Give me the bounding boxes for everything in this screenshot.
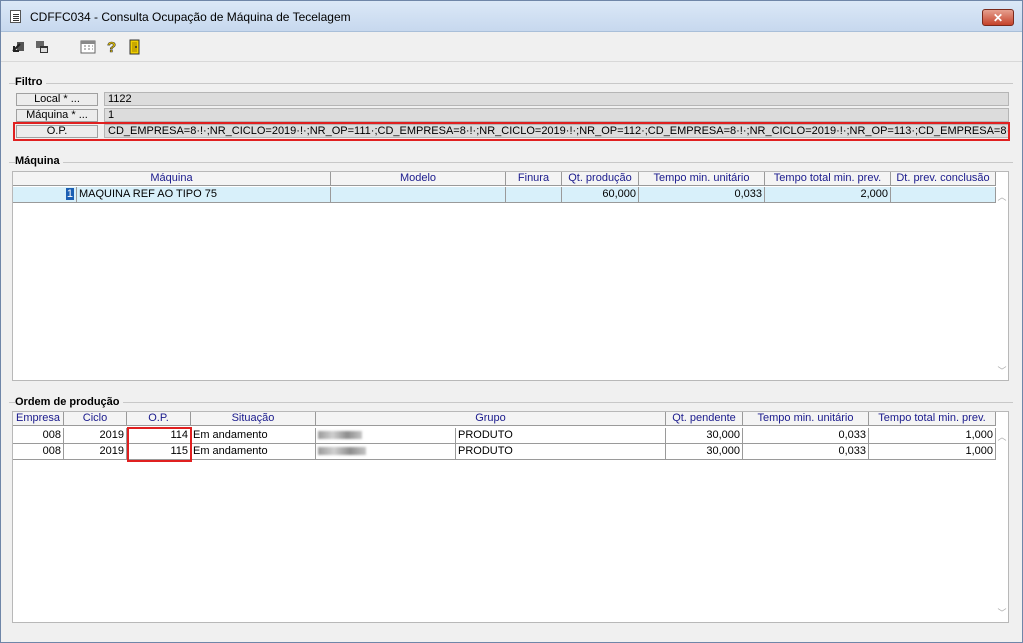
col-ciclo[interactable]: Ciclo (64, 412, 127, 426)
cell-tempo-min-unitario: 0,033 (743, 444, 869, 460)
cell-empresa: 008 (13, 428, 64, 444)
help-icon[interactable]: ? (104, 39, 122, 55)
maquina-grid[interactable]: Máquina Modelo Finura Qt. produção Tempo… (12, 171, 1009, 381)
document-icon (10, 10, 21, 23)
ordem-group-line (9, 402, 1013, 403)
calendar-icon[interactable] (80, 39, 98, 55)
cell-tempo-total: 1,000 (869, 428, 996, 444)
cell-situacao: Em andamento (191, 428, 316, 444)
windows-icon[interactable] (34, 39, 52, 55)
cell-grupo: PRODUTO (456, 444, 666, 460)
local-label[interactable]: Local * ... (16, 93, 98, 106)
local-field[interactable]: 1122 (104, 92, 1009, 106)
op-column-highlight-box (127, 427, 192, 462)
close-button[interactable]: ✕ (982, 9, 1014, 26)
col-grupo[interactable]: Grupo (316, 412, 666, 426)
cell-grupo-code-blurred (316, 428, 456, 444)
cell-ciclo: 2019 (64, 428, 127, 444)
col-tempo-total-min-prev[interactable]: Tempo total min. prev. (869, 412, 996, 426)
filtro-group-line (9, 83, 1013, 84)
window-title: CDFFC034 - Consulta Ocupação de Máquina … (30, 10, 351, 24)
maquina-label[interactable]: Máquina * ... (16, 109, 98, 122)
cell-ciclo: 2019 (64, 444, 127, 460)
cell-situacao: Em andamento (191, 444, 316, 460)
scroll-down-icon[interactable]: ﹀ (996, 606, 1008, 619)
row-maquina-name: MAQUINA REF AO TIPO 75 (77, 187, 331, 203)
ordem-title: Ordem de produção (15, 396, 123, 408)
scroll-down-icon[interactable]: ﹀ (996, 364, 1008, 377)
col-qt-pendente[interactable]: Qt. pendente (666, 412, 743, 426)
toolbar: ? (1, 33, 1022, 62)
maquina-field[interactable]: 1 (104, 108, 1009, 122)
door-exit-icon[interactable] (127, 39, 145, 55)
title-bar: CDFFC034 - Consulta Ocupação de Máquina … (1, 1, 1022, 32)
maquina-group-line (9, 162, 1013, 163)
scroll-up-icon[interactable]: ︿ (996, 430, 1008, 443)
arrow-exit-icon[interactable] (11, 39, 29, 55)
col-op[interactable]: O.P. (127, 412, 191, 426)
row-tempo-total: 2,000 (765, 187, 891, 203)
main-window: CDFFC034 - Consulta Ocupação de Máquina … (0, 0, 1023, 643)
col-modelo[interactable]: Modelo (331, 172, 506, 186)
cell-qt-pendente: 30,000 (666, 444, 743, 460)
row-dt-prev (891, 187, 996, 203)
cell-grupo-code-blurred (316, 444, 456, 460)
svg-text:?: ? (107, 39, 116, 55)
col-dt-prev-conclusao[interactable]: Dt. prev. conclusão (891, 172, 996, 186)
cell-grupo: PRODUTO (456, 428, 666, 444)
col-situacao[interactable]: Situação (191, 412, 316, 426)
cell-tempo-total: 1,000 (869, 444, 996, 460)
row-finura (506, 187, 562, 203)
ordem-grid[interactable]: Empresa Ciclo O.P. Situação Grupo Qt. pe… (12, 411, 1009, 623)
filtro-title: Filtro (15, 76, 46, 88)
col-qt-producao[interactable]: Qt. produção (562, 172, 639, 186)
row-qt-producao: 60,000 (562, 187, 639, 203)
col-maquina[interactable]: Máquina (13, 172, 331, 186)
scroll-up-icon[interactable]: ︿ (996, 190, 1008, 203)
col-tempo-min-unitario[interactable]: Tempo min. unitário (743, 412, 869, 426)
row-tempo-min-unitario: 0,033 (639, 187, 765, 203)
row-modelo (331, 187, 506, 203)
cell-qt-pendente: 30,000 (666, 428, 743, 444)
col-finura[interactable]: Finura (506, 172, 562, 186)
cell-empresa: 008 (13, 444, 64, 460)
col-tempo-total-min-prev[interactable]: Tempo total min. prev. (765, 172, 891, 186)
col-empresa[interactable]: Empresa (13, 412, 64, 426)
col-tempo-min-unitario[interactable]: Tempo min. unitário (639, 172, 765, 186)
op-highlight-box (13, 122, 1010, 141)
row-maquina-code: 1 (13, 187, 77, 203)
maquina-title: Máquina (15, 155, 63, 167)
cell-tempo-min-unitario: 0,033 (743, 428, 869, 444)
